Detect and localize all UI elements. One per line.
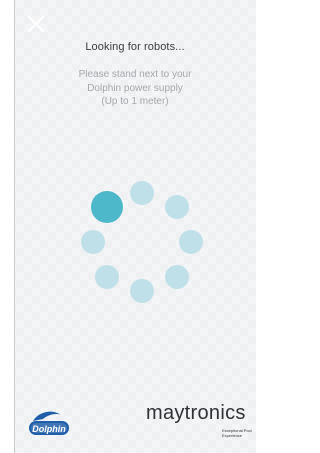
maytronics-tagline: Exceptional Pool Experience	[222, 428, 252, 438]
left-panel-edge	[0, 0, 15, 453]
spinner-dot-active	[91, 191, 124, 224]
instructions-line: (Up to 1 meter)	[101, 96, 169, 107]
close-button[interactable]	[26, 14, 46, 34]
instructions-line: Dolphin power supply	[87, 82, 183, 94]
loading-spinner	[72, 172, 212, 312]
instructions-line: Please stand next to your	[78, 69, 192, 80]
spinner-dot	[130, 181, 154, 205]
spinner-dot	[130, 279, 154, 303]
maytronics-wordmark: maytronics	[146, 402, 246, 424]
maytronics-logo: maytronics Exceptional Pool Experience	[146, 402, 256, 442]
spinner-dot	[164, 195, 189, 220]
dolphin-logo: Dolphin	[27, 407, 71, 443]
instructions-text: Please stand next to your Dolphin power …	[14, 68, 256, 109]
search-robots-screen: Looking for robots... Please stand next …	[0, 0, 256, 453]
svg-text:Dolphin: Dolphin	[32, 424, 66, 434]
spinner-dot	[95, 264, 120, 289]
spinner-dot	[81, 230, 105, 254]
spinner-dot	[179, 230, 203, 254]
close-icon	[27, 15, 45, 33]
page-title: Looking for robots...	[85, 41, 185, 53]
footer: Dolphin maytronics Exceptional Pool Expe…	[14, 393, 256, 453]
spinner-dot	[164, 264, 189, 289]
